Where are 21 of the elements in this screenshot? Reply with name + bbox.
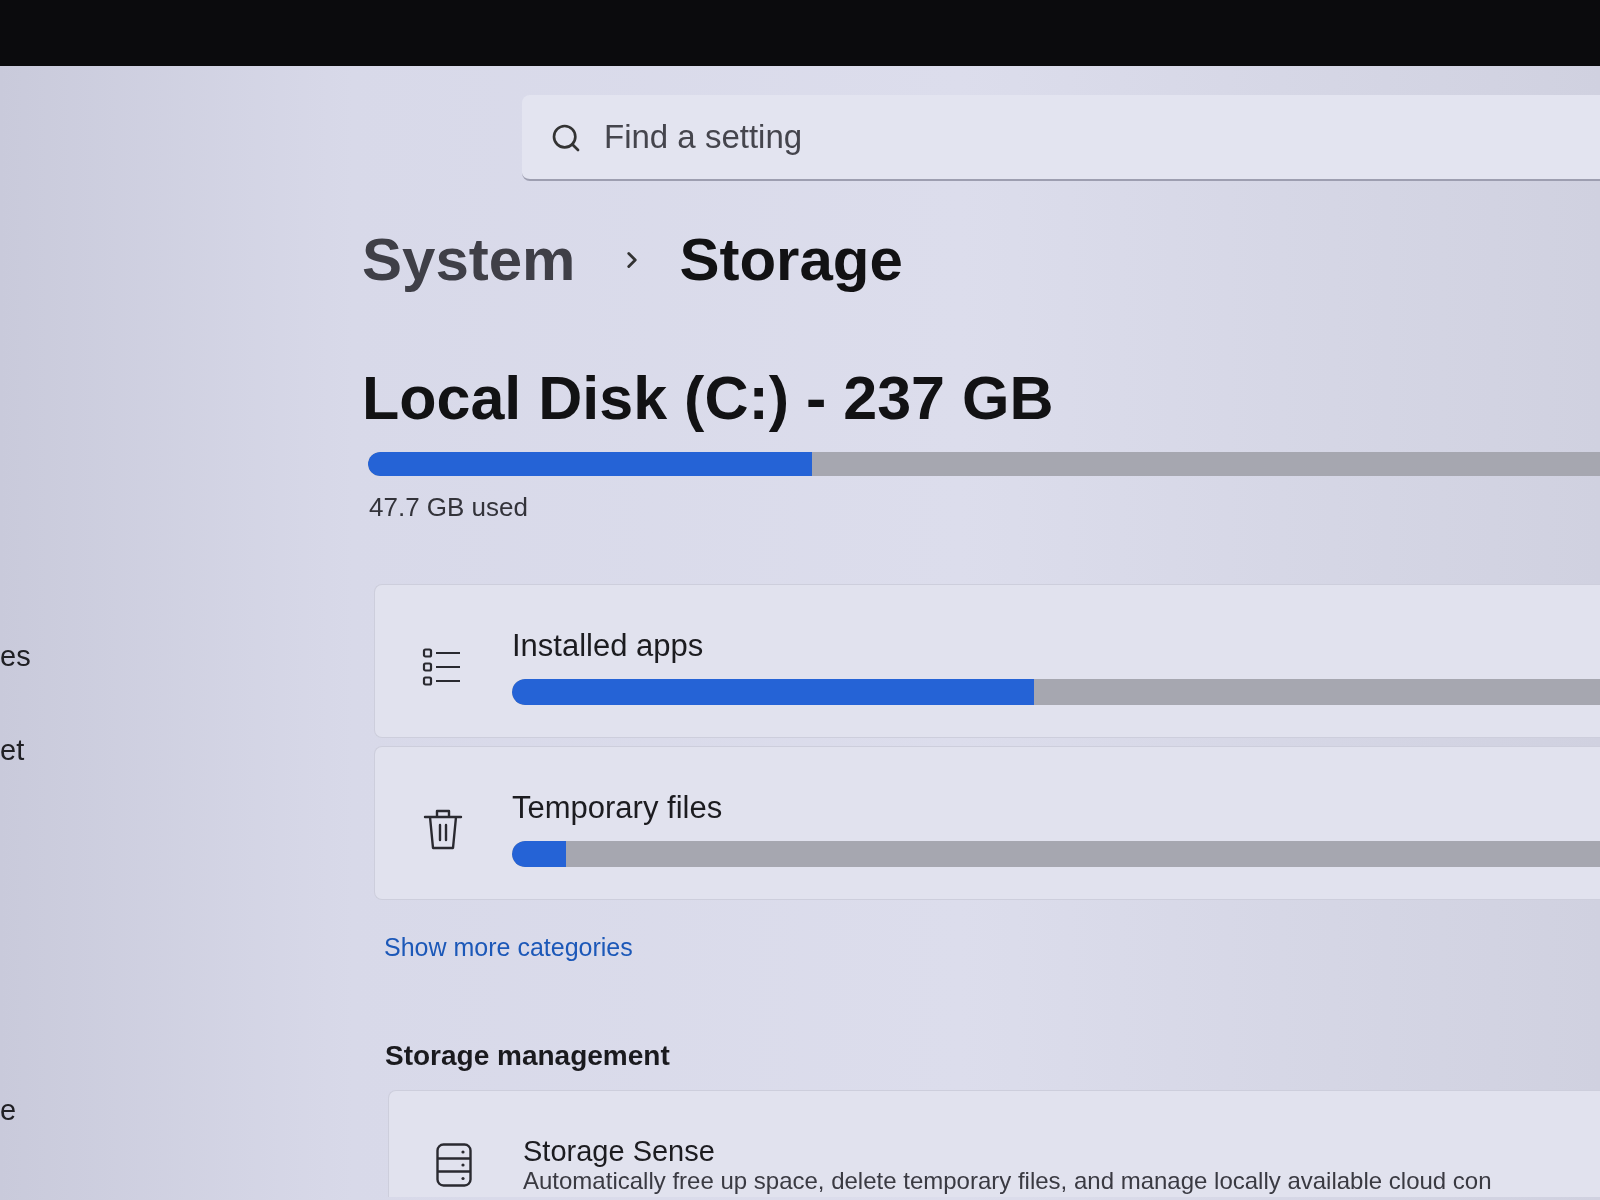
- category-label: Installed apps: [512, 629, 704, 663]
- drive-icon: [436, 1143, 472, 1187]
- category-card[interactable]: Temporary files: [374, 746, 1600, 900]
- category-label: Temporary files: [512, 791, 723, 825]
- section-heading: Storage management: [385, 1039, 670, 1073]
- search-field[interactable]: Find a setting: [522, 95, 1600, 181]
- usage-text: 47.7 GB used: [369, 492, 528, 522]
- show-more-link[interactable]: Show more categories: [384, 931, 633, 963]
- nav-item[interactable]: e: [0, 1093, 17, 1127]
- trash-icon: [423, 807, 463, 851]
- page-title: Storage: [679, 225, 903, 295]
- category-card[interactable]: Installed apps: [374, 584, 1600, 738]
- disk-title: Local Disk (C:) - 237 GB: [362, 363, 1054, 434]
- list-icon: [422, 647, 462, 687]
- setting-card[interactable]: Storage Sense Automatically free up space, delete temporary files, and manage locally available cloud con: [388, 1090, 1600, 1197]
- search-icon: [550, 122, 582, 154]
- nav-item[interactable]: es: [0, 639, 31, 673]
- nav-item[interactable]: et: [0, 733, 25, 767]
- breadcrumb-link[interactable]: System: [362, 224, 576, 296]
- setting-title: Storage Sense: [523, 1135, 715, 1167]
- setting-description: Automatically free up space, delete temporary files, and manage locally available cloud con: [523, 1167, 1492, 1195]
